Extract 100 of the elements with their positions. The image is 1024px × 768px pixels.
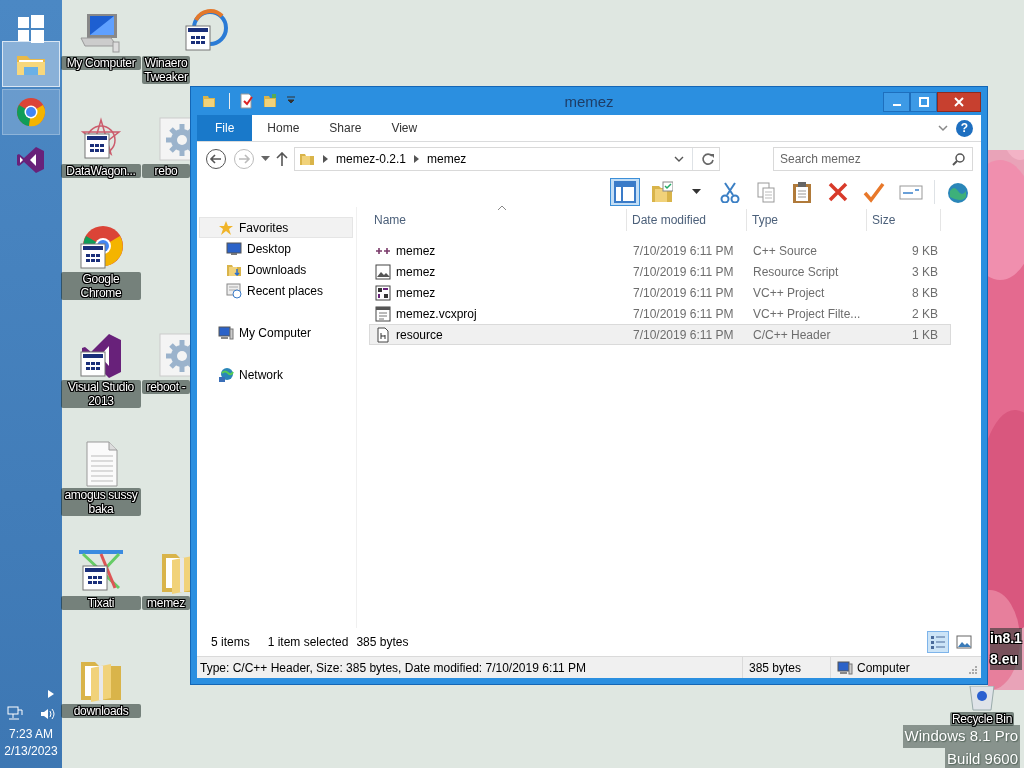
type-cell-text: Resource Script <box>752 263 840 281</box>
icon-label[interactable]: Tixati <box>61 596 141 610</box>
new-folder-icon <box>262 93 278 109</box>
icon-label[interactable]: Winaero Tweaker <box>142 56 190 84</box>
icon-label[interactable]: Recycle Bin <box>949 712 1015 726</box>
taskbar-button[interactable] <box>2 41 60 87</box>
date-cell-text: 7/10/2019 6:11 PM <box>632 326 735 344</box>
clipboard-icon <box>791 180 813 203</box>
minimize-button[interactable] <box>883 91 910 112</box>
icon-label[interactable]: DataWagon... <box>61 164 141 178</box>
type-cell-text: C/C++ Header <box>752 326 832 344</box>
maximize-button[interactable] <box>910 91 937 112</box>
search-icon[interactable] <box>952 152 966 166</box>
icon-label[interactable]: My Computer <box>61 56 141 70</box>
window-title: memez <box>563 92 615 112</box>
file-row[interactable]: memez 7/10/2019 6:11 PM Resource Script 3 KB <box>369 261 951 282</box>
date-cell-text: 7/10/2019 6:11 PM <box>632 305 735 323</box>
icon-label[interactable]: downloads <box>61 704 141 718</box>
clock-date[interactable]: 2/13/2023 <box>0 743 62 760</box>
refresh-icon[interactable] <box>701 152 715 166</box>
type-cell-text: VC++ Project Filte... <box>752 305 862 323</box>
selection-size: 385 bytes <box>356 634 409 651</box>
breadcrumb-link[interactable]: memez-0.2.1 <box>336 150 407 168</box>
nav-item[interactable]: Recent places <box>199 280 353 301</box>
column-header[interactable]: Type <box>747 208 867 231</box>
chevron-icon[interactable] <box>323 155 328 163</box>
expand-ribbon-icon[interactable] <box>938 124 948 132</box>
folder-button[interactable] <box>201 93 217 109</box>
file-row[interactable]: memez 7/10/2019 6:11 PM C++ Source 9 KB <box>369 240 951 261</box>
breadcrumb-link[interactable]: memez <box>427 150 467 168</box>
file-row[interactable]: memez 7/10/2019 6:11 PM VC++ Project 8 KB <box>369 282 951 303</box>
icon-label[interactable]: in8.1 <box>990 628 1022 649</box>
nav-item[interactable]: Network <box>199 364 353 385</box>
preview-pane-button[interactable] <box>610 177 640 206</box>
taskbar-button[interactable] <box>2 89 60 135</box>
ribbon-tab[interactable]: Share <box>314 115 377 141</box>
close-icon <box>954 96 964 107</box>
ribbon-tab[interactable]: File <box>197 115 253 141</box>
computer-icon <box>218 324 234 341</box>
nav-item[interactable]: Favorites <box>199 217 353 238</box>
icon-label[interactable]: Google Chrome <box>61 272 141 300</box>
back-button[interactable] <box>205 148 227 170</box>
ribbon-tab[interactable]: Home <box>252 115 315 141</box>
network-icon[interactable] <box>7 706 23 722</box>
recent-places-icon <box>226 282 242 299</box>
icon-label[interactable]: amogus sussy baka <box>61 488 141 516</box>
column-header[interactable]: Size <box>867 208 941 231</box>
clock-time[interactable]: 7:23 AM <box>0 726 62 743</box>
details-text: Type: C/C++ Header, Size: 385 bytes, Date modified: 7/10/2019 6:11 PM <box>200 659 586 677</box>
forward-icon <box>233 148 255 170</box>
address-bar[interactable]: memez-0.2.1 memez <box>294 147 720 171</box>
resize-grip-icon[interactable] <box>969 666 977 674</box>
recycle-bin-icon[interactable] <box>967 686 997 712</box>
maximize-icon <box>918 96 929 107</box>
file-name: memez <box>396 263 436 281</box>
document-icon <box>375 305 391 322</box>
date-cell-text: 7/10/2019 6:11 PM <box>632 242 735 260</box>
chevron-icon[interactable] <box>414 155 420 163</box>
size-cell-text: 2 KB <box>911 305 939 323</box>
column-header[interactable]: Date modified <box>627 208 747 231</box>
selection-info: 1 item selected <box>267 634 349 651</box>
date-cell-text: 7/10/2019 6:11 PM <box>632 263 735 281</box>
type-cell-text: C++ Source <box>752 242 819 260</box>
help-button[interactable]: ? <box>956 119 973 137</box>
properties-button[interactable] <box>238 93 254 109</box>
nav-item[interactable]: My Computer <box>199 322 353 343</box>
folder-icon <box>201 93 217 109</box>
icon-label[interactable]: rebo <box>142 164 190 178</box>
copy-icon <box>755 180 777 203</box>
icon-label[interactable]: reboot - <box>142 380 190 394</box>
icon-label[interactable]: 8.eu <box>990 649 1022 670</box>
expand-arrow-icon[interactable] <box>48 690 54 698</box>
visual-studio-icon <box>15 144 47 176</box>
date-cell-text: 7/10/2019 6:11 PM <box>632 284 735 302</box>
file-row[interactable]: resource 7/10/2019 6:11 PM C/C++ Header 1 KB <box>369 324 951 345</box>
properties-icon <box>238 93 254 109</box>
icon-label[interactable]: memez <box>142 596 190 610</box>
file-name: memez <box>396 242 436 260</box>
ribbon-tab[interactable]: View <box>376 115 433 141</box>
nav-item[interactable]: Desktop <box>199 238 353 259</box>
icon-label[interactable]: Visual Studio 2013 <box>61 380 141 408</box>
file-row[interactable]: memez.vcxproj 7/10/2019 6:11 PM VC++ Project Filte... 2 KB <box>369 303 951 324</box>
computer-icon <box>837 659 853 676</box>
nav-item[interactable]: Downloads <box>199 259 353 280</box>
dropdown-caret-icon[interactable] <box>674 156 684 162</box>
close-button[interactable] <box>937 91 981 112</box>
delete-icon <box>827 180 849 203</box>
recent-locations-icon[interactable] <box>261 156 270 162</box>
scissors-icon <box>719 180 741 203</box>
chrome-app-icon[interactable] <box>77 224 125 272</box>
image-file-icon <box>375 263 391 280</box>
globe-icon <box>946 180 970 203</box>
new-folder-button[interactable] <box>262 93 278 109</box>
preview-pane-icon <box>614 180 636 203</box>
speaker-icon[interactable] <box>39 706 55 722</box>
details-view-button[interactable] <box>927 631 949 653</box>
up-arrow-icon[interactable] <box>276 152 288 166</box>
monitor-icon <box>226 240 242 257</box>
column-header[interactable]: Name <box>369 208 627 231</box>
search-field[interactable]: Search memez <box>773 147 973 171</box>
